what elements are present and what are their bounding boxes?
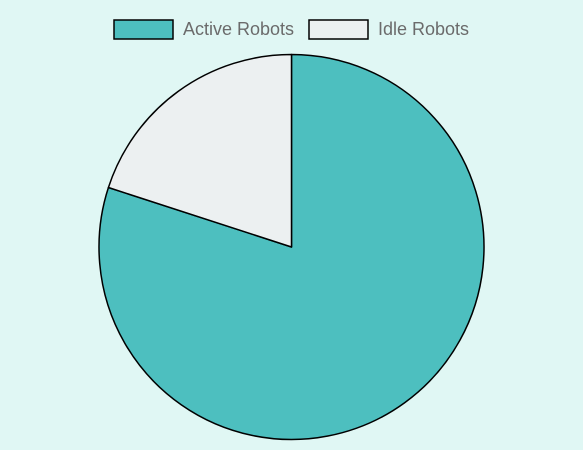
pie-chart-svg: Active Robots Idle Robots	[98, 19, 485, 441]
legend-label-active-robots: Active Robots	[183, 19, 294, 39]
legend-swatch-active-robots	[113, 19, 174, 40]
pie-chart: Active Robots Idle Robots	[0, 0, 583, 445]
chart-legend: Active Robots Idle Robots	[113, 19, 469, 40]
legend-item-idle-robots[interactable]: Idle Robots	[308, 19, 469, 40]
pie-slices	[98, 53, 485, 441]
legend-item-active-robots[interactable]: Active Robots	[113, 19, 294, 40]
legend-swatch-idle-robots	[308, 19, 369, 40]
legend-label-idle-robots: Idle Robots	[378, 19, 469, 39]
